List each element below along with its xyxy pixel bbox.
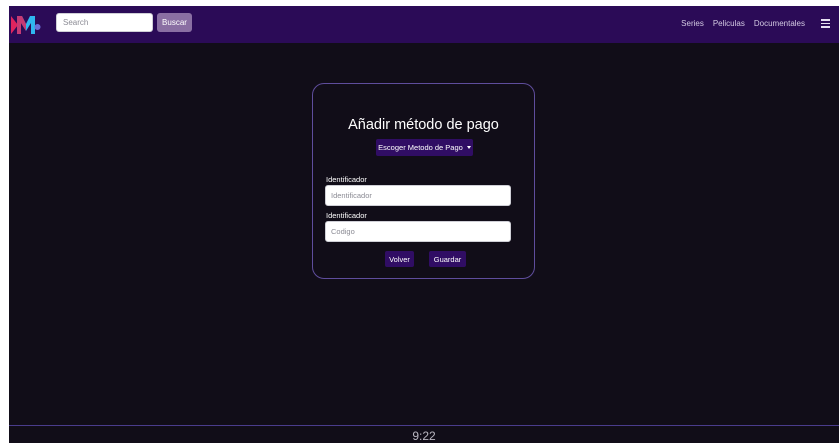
app-logo[interactable]	[11, 14, 41, 36]
hamburger-icon[interactable]	[821, 19, 830, 28]
payment-method-dropdown[interactable]: Escoger Metodo de Pago	[376, 139, 473, 156]
code-input[interactable]	[325, 221, 511, 242]
payment-method-card: Añadir método de pago Escoger Metodo de …	[312, 83, 535, 279]
nav-links: Series Peliculas Documentales	[681, 19, 805, 28]
nav-link-series[interactable]: Series	[681, 19, 704, 28]
page-title: Añadir método de pago	[348, 117, 499, 133]
save-button[interactable]: Guardar	[429, 251, 466, 267]
app-frame: Buscar Series Peliculas Documentales Aña…	[9, 6, 839, 443]
identifier-label: Identificador	[326, 175, 367, 184]
payment-method-dropdown-label: Escoger Metodo de Pago	[378, 143, 463, 152]
back-button[interactable]: Volver	[385, 251, 414, 267]
navbar: Buscar Series Peliculas Documentales	[9, 6, 839, 43]
nav-link-documentales[interactable]: Documentales	[754, 19, 805, 28]
identifier-input[interactable]	[325, 185, 511, 206]
search-button[interactable]: Buscar	[157, 13, 192, 32]
code-label: Identificador	[326, 211, 367, 220]
caret-down-icon	[466, 146, 471, 149]
footer: 9:22	[9, 425, 839, 443]
search-input[interactable]	[56, 13, 153, 32]
footer-time: 9:22	[412, 429, 436, 443]
nav-link-peliculas[interactable]: Peliculas	[713, 19, 745, 28]
